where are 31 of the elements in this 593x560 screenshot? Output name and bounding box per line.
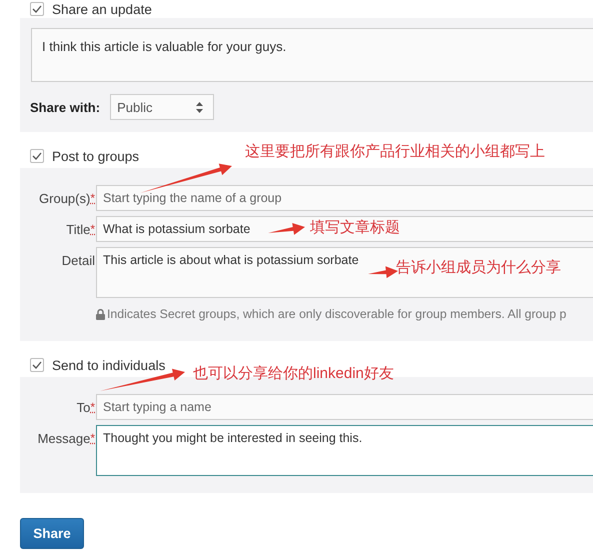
field-label: Share with:	[30, 100, 100, 114]
checkbox-label: Post to groups	[52, 148, 140, 164]
annotation-text: 也可以分享给你的linkedin好友	[193, 364, 394, 383]
share-button[interactable]: Share	[20, 518, 84, 549]
required-mark: *	[90, 400, 95, 415]
annotation-text: 填写文章标题	[310, 218, 400, 237]
checkbox-label: Send to individuals	[52, 358, 166, 372]
annotation-text: 告诉小组成员为什么分享	[396, 258, 561, 277]
field-label: Group(s)	[39, 191, 90, 206]
annotation-arrow	[268, 223, 305, 235]
text-area[interactable]: Thought you might be interested in seeing this.	[96, 425, 593, 476]
input-field[interactable]: Start typing the name of a group	[96, 185, 593, 211]
checkbox[interactable]	[30, 149, 44, 163]
annotation-text: 这里要把所有跟你产品行业相关的小组都写上	[245, 142, 545, 161]
checkbox-label: Share an update	[52, 2, 152, 16]
field-label: Detail	[62, 253, 95, 268]
field-label: To	[76, 400, 90, 415]
lock-icon	[96, 308, 105, 320]
input-field[interactable]: Start typing a name	[96, 394, 593, 420]
checkbox[interactable]	[30, 358, 44, 372]
field-label: Title	[66, 222, 90, 237]
annotation-arrow	[368, 266, 398, 278]
field-label: Message	[38, 431, 90, 446]
required-mark: *	[90, 191, 95, 206]
text-area[interactable]: I think this article is valuable for your guys.	[31, 28, 593, 82]
secret-groups-note: Indicates Secret groups, which are only discoverable for group members. All group p	[107, 307, 566, 321]
updown-icon	[196, 102, 204, 112]
visibility-select[interactable]: Public	[110, 94, 214, 120]
required-mark: *	[90, 222, 95, 237]
required-mark: *	[90, 431, 95, 446]
checkbox[interactable]	[30, 2, 44, 16]
